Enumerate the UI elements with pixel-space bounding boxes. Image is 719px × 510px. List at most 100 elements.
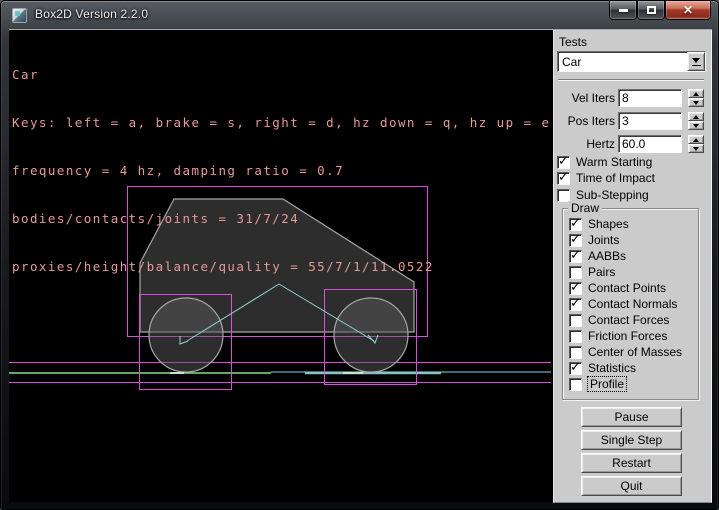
checkbox-contact-points[interactable]: Contact Points (569, 281, 666, 295)
vel-iters-spinner[interactable] (688, 89, 704, 107)
checkbox-label: Center of Masses (588, 345, 682, 359)
checkbox-box[interactable] (557, 172, 570, 185)
checkbox-pairs[interactable]: Pairs (569, 265, 615, 279)
hertz-input[interactable]: 60.0 (618, 135, 682, 153)
chevron-down-icon (692, 58, 700, 63)
titlebar[interactable]: Box2D Version 2.2.0 ✕ (1, 1, 718, 29)
statistics-text: Car Keys: left = a, brake = s, right = d… (12, 35, 551, 307)
close-icon: ✕ (683, 4, 693, 16)
checkbox-joints[interactable]: Joints (569, 233, 619, 247)
checkbox-label: AABBs (588, 249, 626, 263)
spinner-up-icon (693, 92, 699, 96)
pos-iters-label: Pos Iters (554, 114, 618, 128)
checkbox-box[interactable] (569, 378, 582, 391)
checkbox-friction-forces[interactable]: Friction Forces (569, 329, 667, 343)
tests-dropdown-value: Car (558, 52, 687, 71)
separator (558, 79, 704, 81)
spinner-down-icon (693, 147, 699, 151)
checkbox-aabbs[interactable]: AABBs (569, 249, 626, 263)
checkbox-box[interactable] (569, 234, 582, 247)
checkbox-contact-normals[interactable]: Contact Normals (569, 297, 677, 311)
checkbox-box[interactable] (569, 362, 582, 375)
checkbox-label: Friction Forces (588, 329, 667, 343)
car-wheel-rear[interactable] (149, 298, 223, 372)
checkbox-label: Sub-Stepping (576, 188, 649, 202)
stats-line-bodies: bodies/contacts/joints = 31/7/24 (12, 211, 551, 227)
draw-groupbox: Draw Shapes Joints AABBs Pairs (562, 208, 699, 400)
main-area: Car Keys: left = a, brake = s, right = d… (9, 29, 712, 502)
checkbox-label: Pairs (588, 265, 615, 279)
restart-button[interactable]: Restart (581, 453, 682, 473)
quit-button[interactable]: Quit (581, 476, 682, 496)
checkbox-label: Profile (588, 377, 626, 391)
stats-line-title: Car (12, 67, 551, 83)
checkbox-label: Shapes (588, 217, 629, 231)
tests-dropdown-button[interactable] (687, 52, 705, 71)
vel-iters-label: Vel Iters (554, 91, 618, 105)
spinner-down-button[interactable] (688, 98, 704, 107)
checkbox-sub-stepping[interactable]: Sub-Stepping (557, 188, 649, 202)
physics-viewport[interactable]: Car Keys: left = a, brake = s, right = d… (9, 31, 551, 501)
checkbox-label: Statistics (588, 361, 636, 375)
checkbox-label: Contact Forces (588, 313, 669, 327)
close-button[interactable]: ✕ (665, 1, 711, 20)
hertz-row: Hertz 60.0 (554, 135, 710, 153)
checkbox-label: Contact Points (588, 281, 666, 295)
spinner-up-button[interactable] (688, 135, 704, 144)
hertz-label: Hertz (554, 137, 618, 151)
spinner-down-button[interactable] (688, 121, 704, 130)
maximize-button[interactable] (637, 1, 665, 20)
window-title: Box2D Version 2.2.0 (35, 7, 148, 21)
spinner-up-button[interactable] (688, 112, 704, 121)
checkbox-label: Joints (588, 233, 619, 247)
checkbox-box[interactable] (569, 298, 582, 311)
vel-iters-input[interactable]: 8 (618, 89, 682, 107)
checkbox-box[interactable] (569, 314, 582, 327)
stats-line-frequency: frequency = 4 hz, damping ratio = 0.7 (12, 163, 551, 179)
spinner-up-button[interactable] (688, 89, 704, 98)
minimize-button[interactable] (609, 1, 637, 20)
checkbox-box[interactable] (569, 250, 582, 263)
checkbox-label: Contact Normals (588, 297, 677, 311)
single-step-button[interactable]: Single Step (581, 430, 682, 450)
checkbox-label: Time of Impact (576, 171, 655, 185)
checkbox-label: Warm Starting (576, 155, 652, 169)
checkbox-center-of-masses[interactable]: Center of Masses (569, 345, 682, 359)
car-wheel-front[interactable] (334, 298, 408, 372)
checkbox-box[interactable] (569, 266, 582, 279)
control-panel: Tests Car Vel Iters 8 Pos Iters (553, 30, 712, 503)
checkbox-box[interactable] (569, 346, 582, 359)
stats-line-proxies: proxies/height/balance/quality = 55/7/1/… (12, 259, 551, 275)
checkbox-box[interactable] (569, 218, 582, 231)
checkbox-time-of-impact[interactable]: Time of Impact (557, 171, 655, 185)
checkbox-box[interactable] (569, 330, 582, 343)
tests-dropdown[interactable]: Car (557, 51, 706, 72)
hertz-spinner[interactable] (688, 135, 704, 153)
checkbox-contact-forces[interactable]: Contact Forces (569, 313, 669, 327)
vel-iters-row: Vel Iters 8 (554, 89, 710, 107)
minimize-icon (619, 9, 628, 12)
checkbox-box[interactable] (557, 189, 570, 202)
pos-iters-row: Pos Iters 3 (554, 112, 710, 130)
tests-label: Tests (559, 35, 587, 49)
spinner-down-icon (693, 101, 699, 105)
checkbox-statistics[interactable]: Statistics (569, 361, 636, 375)
pause-button[interactable]: Pause (581, 407, 682, 427)
stats-line-keys: Keys: left = a, brake = s, right = d, hz… (12, 115, 551, 131)
chevron-underline (692, 65, 701, 66)
spinner-down-button[interactable] (688, 144, 704, 153)
checkbox-box[interactable] (569, 282, 582, 295)
pos-iters-spinner[interactable] (688, 112, 704, 130)
pos-iters-input[interactable]: 3 (618, 112, 682, 130)
checkbox-warm-starting[interactable]: Warm Starting (557, 155, 652, 169)
spinner-down-icon (693, 124, 699, 128)
checkbox-profile[interactable]: Profile (569, 377, 626, 391)
checkbox-shapes[interactable]: Shapes (569, 217, 629, 231)
spinner-up-icon (693, 138, 699, 142)
checkbox-box[interactable] (557, 156, 570, 169)
spinner-up-icon (693, 115, 699, 119)
app-icon (12, 8, 27, 23)
app-window: Box2D Version 2.2.0 ✕ (0, 0, 719, 510)
maximize-icon (647, 6, 656, 14)
draw-group-title: Draw (568, 201, 602, 215)
